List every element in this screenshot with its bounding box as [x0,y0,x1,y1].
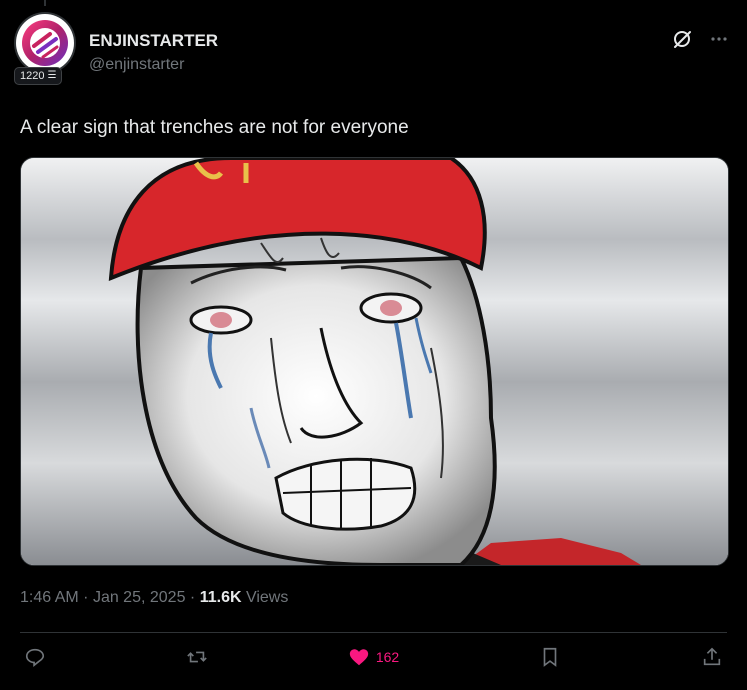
retweet-button[interactable] [186,646,208,668]
author-handle[interactable]: @enjinstarter [89,56,184,74]
views-label: Views [245,589,289,606]
divider [20,632,727,633]
enjinstarter-logo-icon [22,20,68,66]
tweet-meta: 1:46 AM · Jan 25, 2025 · 11.6K Views [20,589,288,607]
tweet-date[interactable]: Jan 25, 2025 [93,589,186,606]
author-name[interactable]: ENJINSTARTER [89,31,218,51]
avatar[interactable] [16,14,74,72]
avatar-image [16,14,74,72]
share-button[interactable] [701,646,723,668]
reply-icon [25,648,45,667]
bookmark-icon [543,647,557,667]
bookmark-button[interactable] [539,646,561,668]
views-count: 11.6K [199,589,242,606]
tweet-image[interactable] [20,157,729,566]
like-icon [349,649,368,666]
menu-lines-icon: ☰ [47,70,57,81]
action-bar: 162 [24,646,723,668]
reply-button[interactable] [24,646,46,668]
grok-icon[interactable] [671,28,693,50]
meta-separator: · [189,589,200,606]
more-icon[interactable] [709,29,729,49]
like-button[interactable]: 162 [348,646,399,668]
share-icon [703,647,721,666]
affiliate-badge[interactable]: 1220 ☰ [14,67,63,85]
meme-image [21,158,728,565]
thread-line [44,0,46,6]
like-count: 162 [375,649,400,665]
tweet-text: A clear sign that trenches are not for e… [20,117,409,138]
retweet-icon [187,651,207,663]
badge-count: 1220 [20,70,45,82]
tweet-time[interactable]: 1:46 AM [20,589,79,606]
meta-separator: · [83,589,93,606]
